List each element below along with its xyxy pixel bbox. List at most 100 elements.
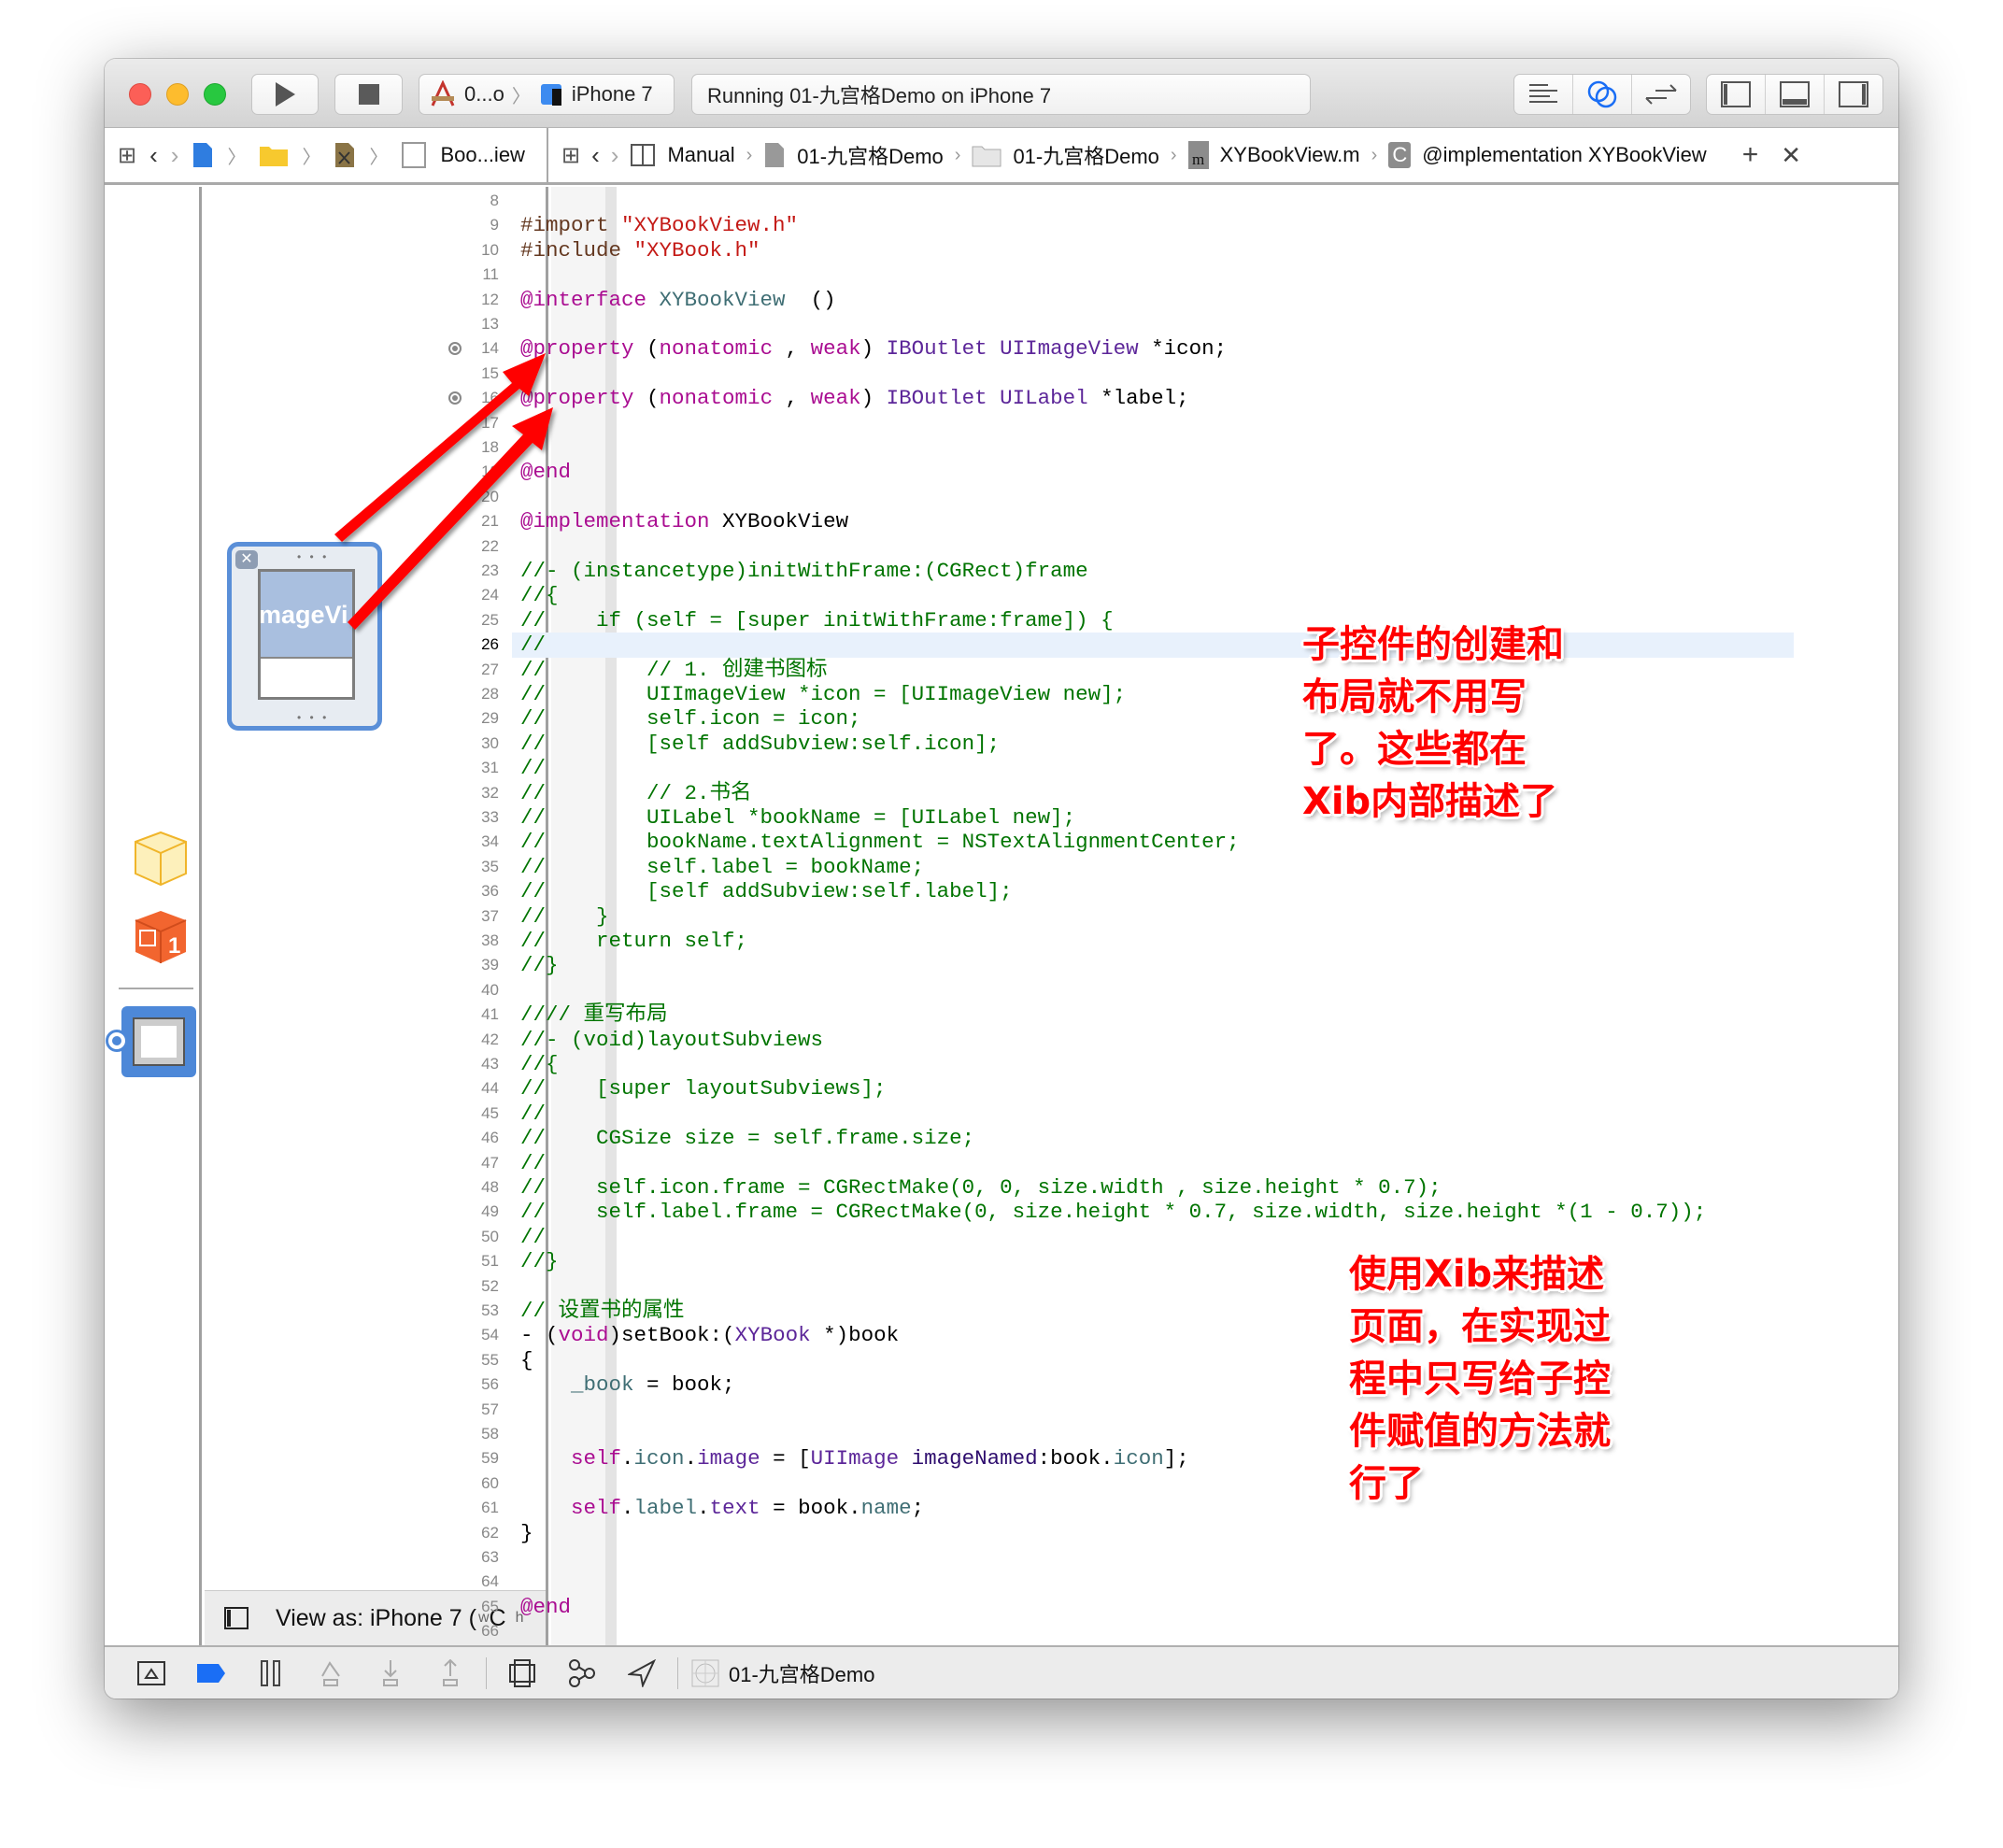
- minimize-window-button[interactable]: [166, 83, 189, 106]
- code-line: // self.label = bookName;: [520, 855, 924, 879]
- image-view[interactable]: mageVi: [261, 572, 352, 659]
- version-editor-button[interactable]: [1632, 75, 1690, 114]
- chevron-right-icon: ›: [1170, 144, 1177, 165]
- jump-bar-project[interactable]: 01-九宫格Demo: [797, 140, 943, 170]
- add-editor-button[interactable]: +: [1742, 139, 1759, 171]
- code-token: // }: [520, 903, 609, 929]
- toggle-outline-icon[interactable]: [223, 1606, 249, 1630]
- code-line: #include "XYBook.h": [520, 238, 760, 263]
- jump-bar-group[interactable]: 01-九宫格Demo: [1013, 140, 1158, 170]
- code-token: #include: [520, 237, 634, 263]
- back-button[interactable]: ‹: [591, 141, 600, 170]
- code-token: icon: [633, 1446, 685, 1471]
- first-responder-icon[interactable]: 1: [133, 908, 189, 966]
- debug-bar: 01-九宫格Demo: [105, 1645, 1898, 1699]
- bottom-panel-icon: [1780, 81, 1810, 107]
- line-number: 33: [481, 808, 499, 826]
- project-file-icon: [765, 143, 785, 167]
- code-line: // self.icon.frame = CGRectMake(0, 0, si…: [520, 1175, 1442, 1200]
- code-line: // UILabel *bookName = [UILabel new];: [520, 805, 1075, 830]
- code-line: // UIImageView *icon = [UIImageView new]…: [520, 682, 1126, 706]
- close-editor-button[interactable]: ✕: [1781, 141, 1801, 170]
- code-token: = book.: [760, 1496, 861, 1521]
- project-file-icon[interactable]: [192, 141, 214, 169]
- code-line: _book = book;: [520, 1372, 735, 1397]
- line-number: 21: [481, 512, 499, 531]
- related-items-icon[interactable]: ⊞: [118, 142, 136, 169]
- assistant-editor-button[interactable]: [1573, 75, 1632, 114]
- code-token: //: [520, 1150, 547, 1175]
- view-outline-item[interactable]: [108, 1006, 196, 1077]
- code-token: {: [520, 1347, 533, 1372]
- code-token: //{: [520, 583, 559, 608]
- app-target-icon: [691, 1659, 719, 1686]
- debug-target-name[interactable]: 01-九宫格Demo: [729, 1658, 874, 1688]
- run-button[interactable]: [251, 74, 319, 115]
- breakpoints-toggle-button[interactable]: [181, 1663, 241, 1684]
- hide-debug-area-button[interactable]: [121, 1660, 181, 1685]
- chevron-right-icon: ›: [1371, 144, 1378, 165]
- step-out-icon: [443, 1658, 458, 1686]
- toggle-utilities-button[interactable]: [1825, 75, 1882, 114]
- code-line: //: [520, 1102, 546, 1126]
- jump-bar-file[interactable]: Boo...iew: [440, 143, 525, 167]
- code-token: // [self addSubview:self.icon];: [520, 731, 1001, 756]
- location-arrow-icon: [628, 1658, 656, 1687]
- close-window-button[interactable]: [129, 83, 151, 106]
- toggle-navigator-button[interactable]: [1707, 75, 1766, 114]
- code-line: // bookName.textAlignment = NSTextAlignm…: [520, 830, 1240, 854]
- jump-bar-mode[interactable]: Manual: [667, 143, 734, 167]
- step-over-button[interactable]: [301, 1659, 361, 1687]
- line-number: 38: [481, 931, 499, 949]
- line-number: 59: [481, 1449, 499, 1468]
- code-token: ): [860, 386, 887, 411]
- line-number: 44: [481, 1079, 499, 1098]
- code-token: label: [633, 1496, 698, 1521]
- line-number: 20: [481, 487, 499, 505]
- memory-graph-button[interactable]: [552, 1658, 612, 1688]
- toggle-debug-area-button[interactable]: [1766, 75, 1825, 114]
- code-token: //: [520, 1224, 547, 1249]
- pause-button[interactable]: [241, 1659, 301, 1686]
- code-line: @property (nonatomic , weak) IBOutlet UI…: [520, 336, 1227, 361]
- code-token: // self.icon = icon;: [520, 706, 861, 732]
- line-number: 30: [481, 733, 499, 752]
- annotation-line: 使用Xib来描述: [1349, 1253, 1605, 1296]
- line-number: 11: [482, 265, 499, 284]
- code-token: "XYBookView.h": [621, 213, 799, 238]
- stop-button[interactable]: [334, 74, 403, 115]
- step-into-button[interactable]: [361, 1659, 420, 1687]
- code-token: .: [684, 1446, 698, 1471]
- annotation-note: 使用Xib来描述 页面，在实现过 程中只写给子控 件赋值的方法就 行了: [1349, 1248, 1611, 1510]
- forward-button[interactable]: ›: [171, 141, 179, 170]
- iphone-device-icon: [540, 84, 561, 106]
- zoom-window-button[interactable]: [204, 83, 226, 106]
- step-out-button[interactable]: [420, 1658, 480, 1687]
- code-token: = book;: [633, 1372, 735, 1398]
- scheme-selector[interactable]: 0...o 〉 iPhone 7: [419, 74, 675, 115]
- xib-file-icon[interactable]: [334, 141, 356, 169]
- xcode-window: 0...o 〉 iPhone 7 Running 01-九宫格Demo on i…: [105, 59, 1898, 1699]
- annotation-line: 子控件的创建和: [1302, 623, 1564, 666]
- placeholder-cube-icon[interactable]: [133, 830, 189, 888]
- close-icon[interactable]: ✕: [235, 550, 258, 569]
- view-icon[interactable]: [401, 141, 427, 169]
- label-view[interactable]: [261, 659, 352, 700]
- folder-icon[interactable]: [259, 143, 289, 167]
- view-debugger-button[interactable]: [492, 1658, 552, 1687]
- back-button[interactable]: ‹: [149, 141, 158, 170]
- code-token: IBOutlet UILabel: [886, 386, 1101, 411]
- forward-button[interactable]: ›: [611, 141, 619, 170]
- line-number: 61: [481, 1499, 499, 1517]
- code-token: ;: [911, 1496, 925, 1521]
- line-number: 22: [481, 536, 499, 555]
- simulate-location-button[interactable]: [612, 1658, 672, 1687]
- xib-view[interactable]: ✕ mageVi • • • • • •: [227, 542, 382, 731]
- related-items-icon[interactable]: ⊞: [561, 142, 580, 169]
- code-line: // [super layoutSubviews];: [520, 1076, 887, 1101]
- code-token: // // 2.书名: [520, 780, 752, 805]
- jump-bar-file[interactable]: XYBookView.m: [1220, 143, 1360, 167]
- jump-bar-symbol[interactable]: @implementation XYBookView: [1422, 143, 1706, 167]
- code-token: weak: [798, 386, 861, 411]
- standard-editor-button[interactable]: [1514, 75, 1573, 114]
